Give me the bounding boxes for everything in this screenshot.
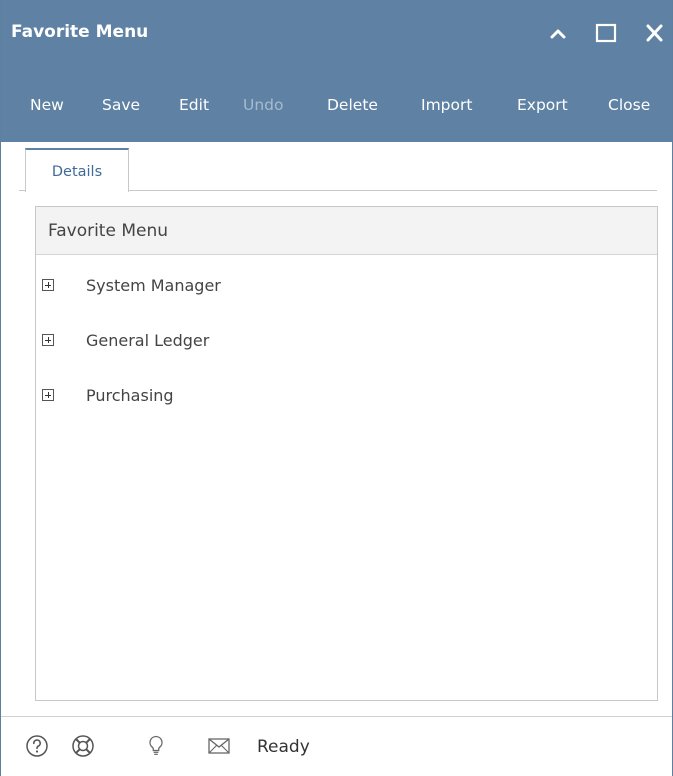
tree-item-general-ledger[interactable]: General Ledger bbox=[36, 326, 657, 356]
title-bar: Favorite Menu bbox=[1, 0, 672, 70]
favorite-menu-panel: Favorite Menu System Manager General Led… bbox=[35, 206, 658, 701]
maximize-button[interactable] bbox=[592, 18, 620, 48]
close-icon bbox=[646, 24, 663, 42]
close-button[interactable]: Close bbox=[608, 96, 650, 114]
close-window-button[interactable] bbox=[640, 18, 668, 48]
chevron-up-icon bbox=[550, 29, 566, 39]
expand-icon[interactable] bbox=[42, 389, 54, 401]
maximize-icon bbox=[595, 23, 617, 43]
tree-item-label: System Manager bbox=[86, 276, 221, 295]
save-button[interactable]: Save bbox=[102, 96, 140, 114]
expand-icon[interactable] bbox=[42, 334, 54, 346]
tree-item-system-manager[interactable]: System Manager bbox=[36, 271, 657, 301]
export-button[interactable]: Export bbox=[517, 96, 568, 114]
help-icon[interactable] bbox=[25, 734, 49, 758]
panel-title: Favorite Menu bbox=[48, 221, 169, 241]
tree-item-purchasing[interactable]: Purchasing bbox=[36, 381, 657, 411]
expand-icon[interactable] bbox=[42, 279, 54, 291]
edit-button[interactable]: Edit bbox=[179, 96, 209, 114]
tab-details[interactable]: Details bbox=[25, 148, 129, 192]
mail-icon[interactable] bbox=[207, 734, 231, 758]
favorite-menu-window: Favorite Menu New Save Edit Undo Delete … bbox=[0, 0, 673, 776]
collapse-button[interactable] bbox=[544, 18, 572, 48]
panel-header: Favorite Menu bbox=[36, 207, 657, 255]
tree-item-label: General Ledger bbox=[86, 331, 210, 350]
undo-button[interactable]: Undo bbox=[243, 96, 284, 114]
delete-button[interactable]: Delete bbox=[327, 96, 378, 114]
tree-item-label: Purchasing bbox=[86, 386, 174, 405]
status-text: Ready bbox=[257, 737, 310, 757]
new-button[interactable]: New bbox=[30, 96, 64, 114]
window-title: Favorite Menu bbox=[11, 22, 149, 42]
support-icon[interactable] bbox=[71, 734, 95, 758]
status-bar: Ready bbox=[1, 716, 672, 776]
toolbar: New Save Edit Undo Delete Import Export … bbox=[1, 70, 672, 142]
tab-strip: Details bbox=[19, 148, 657, 192]
lightbulb-icon[interactable] bbox=[144, 734, 168, 758]
import-button[interactable]: Import bbox=[421, 96, 472, 114]
